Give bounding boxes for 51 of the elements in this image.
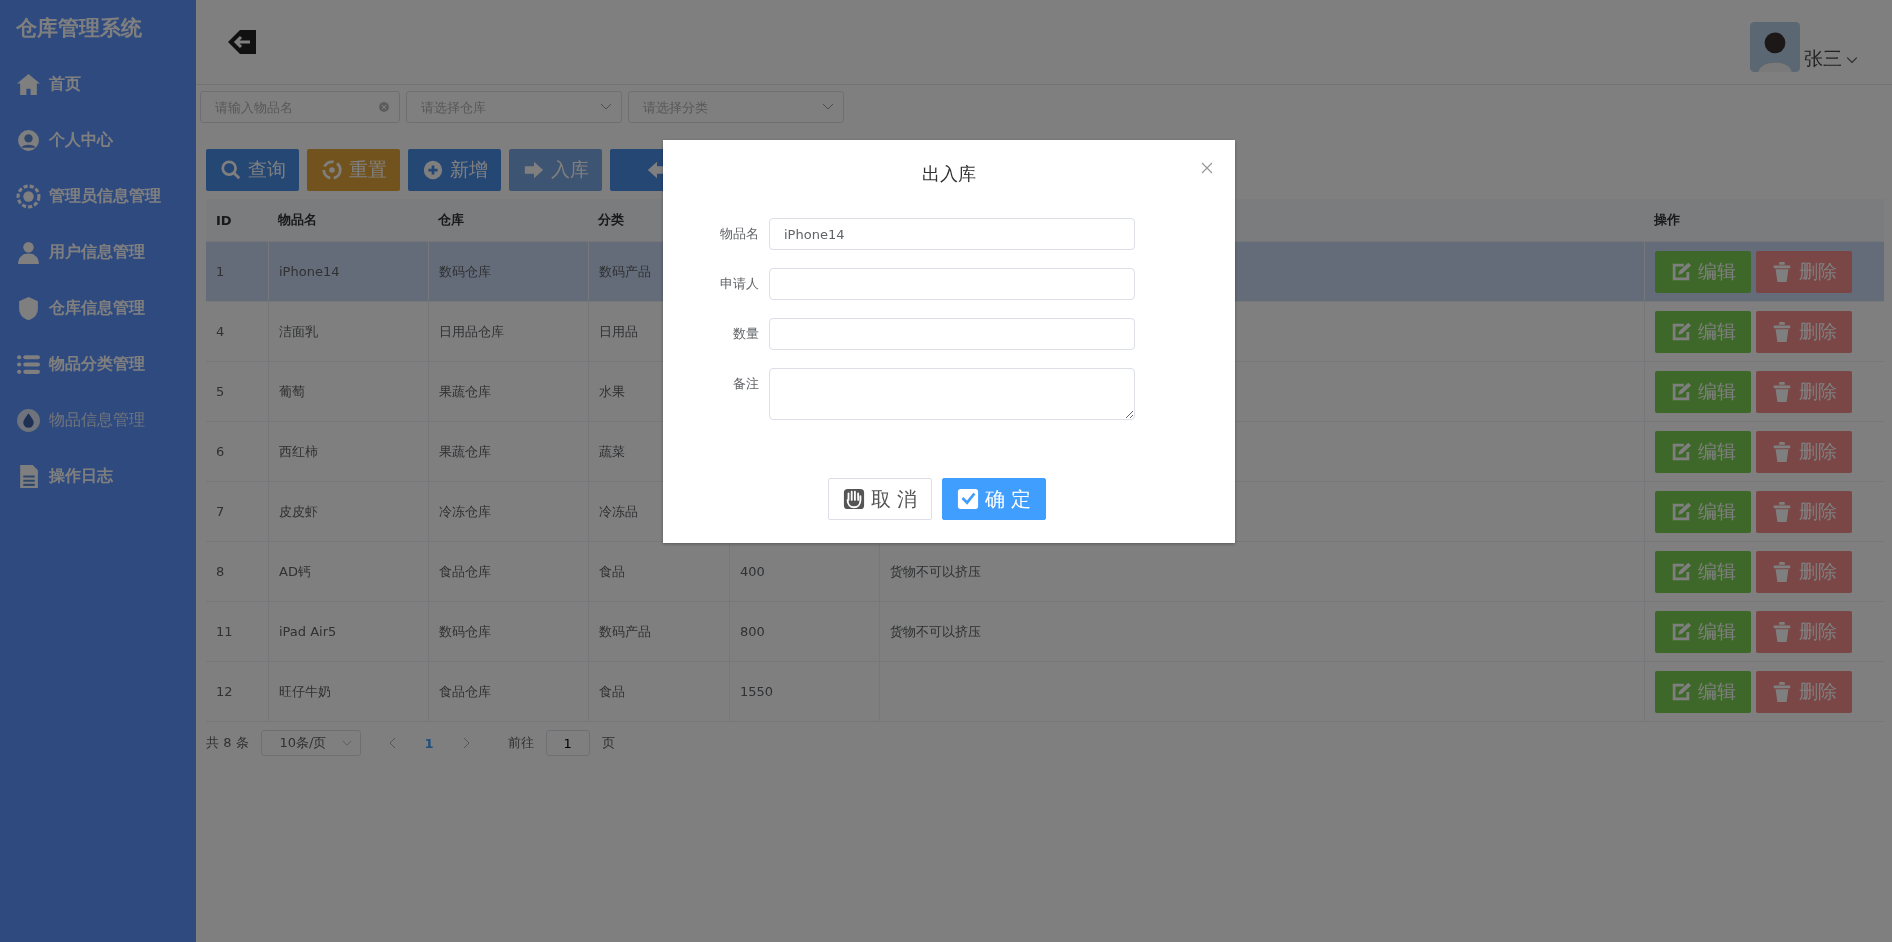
column-header: 仓库 bbox=[438, 211, 464, 229]
table-cell: 数码产品 bbox=[599, 622, 651, 641]
table-cell: 旺仔牛奶 bbox=[279, 682, 331, 701]
field-label: 数量 bbox=[732, 325, 759, 343]
table-cell: 数码仓库 bbox=[439, 622, 491, 641]
app-title: 仓库管理系统 bbox=[15, 15, 143, 42]
table-cell: 西红柿 bbox=[279, 442, 318, 461]
table-cell: 数码产品 bbox=[599, 262, 651, 281]
table-cell: 食品仓库 bbox=[439, 562, 491, 581]
table-cell: 货物不可以挤压 bbox=[890, 622, 981, 641]
table-cell: 日用品 bbox=[599, 322, 638, 341]
table-cell: 冷冻仓库 bbox=[439, 502, 491, 521]
column-header: ID bbox=[216, 212, 232, 228]
table-cell: 皮皮虾 bbox=[279, 502, 318, 521]
goto-label: 前往 bbox=[507, 734, 534, 752]
table-cell: 4 bbox=[216, 324, 225, 339]
table-cell: iPhone14 bbox=[279, 264, 340, 279]
table-cell: 6 bbox=[216, 444, 225, 459]
column-header: 物品名 bbox=[278, 211, 317, 229]
dialog-title: 出入库 bbox=[922, 162, 976, 186]
field-label: 申请人 bbox=[719, 275, 759, 293]
table-cell: 1550 bbox=[740, 684, 774, 699]
table-cell: 400 bbox=[740, 564, 765, 579]
table-cell: 11 bbox=[216, 624, 233, 639]
table-cell: 蔬菜 bbox=[599, 442, 625, 461]
table-cell: 冷冻品 bbox=[599, 502, 638, 521]
table-cell: 800 bbox=[740, 624, 765, 639]
table-cell: 葡萄 bbox=[279, 382, 305, 401]
table-cell: 果蔬仓库 bbox=[439, 442, 491, 461]
table-cell: 食品 bbox=[599, 562, 625, 581]
field-label: 备注 bbox=[732, 375, 759, 393]
table-cell: 食品仓库 bbox=[439, 682, 491, 701]
table-cell: 水果 bbox=[599, 382, 625, 401]
table-cell: 食品 bbox=[599, 682, 625, 701]
table-cell: 日用品仓库 bbox=[439, 322, 504, 341]
table-cell: 12 bbox=[216, 684, 233, 699]
table-cell: 7 bbox=[216, 504, 225, 519]
column-header: 分类 bbox=[598, 211, 624, 229]
table-cell: 5 bbox=[216, 384, 225, 399]
table-cell: 8 bbox=[216, 564, 225, 579]
table-cell: 果蔬仓库 bbox=[439, 382, 491, 401]
table-cell: 数码仓库 bbox=[439, 262, 491, 281]
table-cell: iPad Air5 bbox=[279, 624, 337, 639]
page-unit: 页 bbox=[601, 734, 615, 752]
table-cell: 货物不可以挤压 bbox=[890, 562, 981, 581]
total-count: 共 8 条 bbox=[206, 734, 249, 752]
table-cell: 1 bbox=[216, 264, 225, 279]
table-cell: AD钙 bbox=[279, 562, 311, 581]
column-header: 操作 bbox=[1654, 211, 1680, 229]
table-cell: 洁面乳 bbox=[279, 322, 318, 341]
field-label: 物品名 bbox=[719, 225, 759, 243]
